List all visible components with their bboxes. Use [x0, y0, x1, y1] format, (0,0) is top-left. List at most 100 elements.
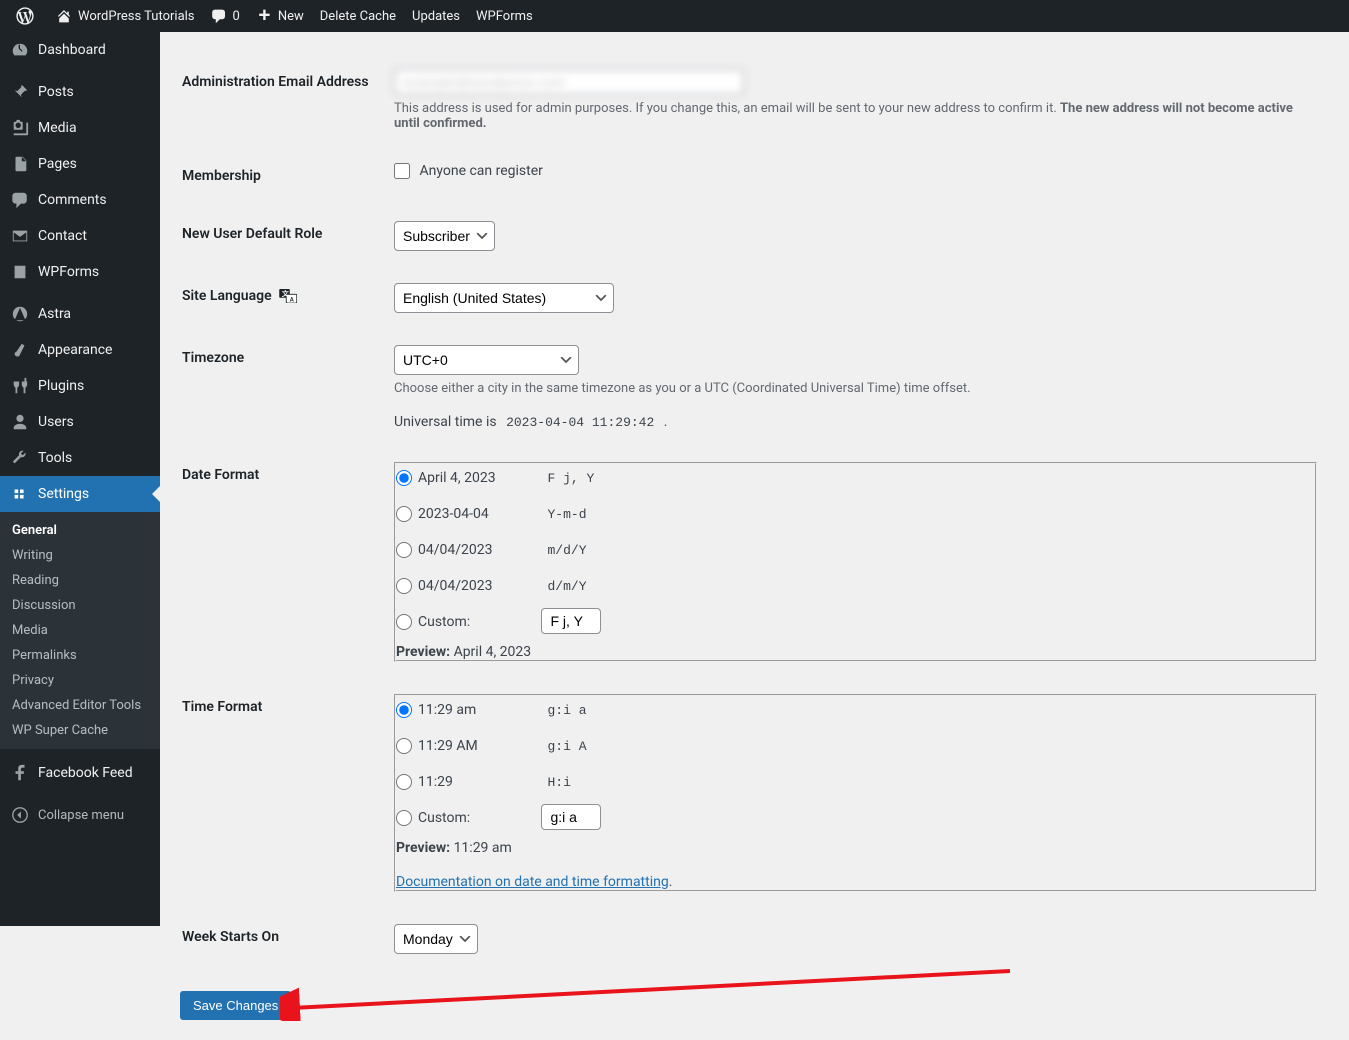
sidebar-item-appearance[interactable]: Appearance: [0, 332, 160, 368]
anyone-can-register-checkbox[interactable]: [394, 163, 410, 179]
translate-icon: 文A: [279, 289, 297, 303]
time-format-option-2[interactable]: 11:29 H:i: [396, 768, 1315, 796]
date-format-radio-0[interactable]: [396, 470, 412, 486]
site-language-label: Site Language 文A: [182, 268, 382, 328]
admin-sidebar: Dashboard Posts Media Pages Comments Con…: [0, 32, 160, 926]
timezone-description: Choose either a city in the same timezon…: [394, 381, 1317, 396]
collapse-menu-button[interactable]: Collapse menu: [0, 797, 160, 833]
time-format-label: Time Format: [182, 679, 382, 907]
submenu-general[interactable]: General: [0, 518, 160, 543]
site-name-menu[interactable]: WordPress Tutorials: [48, 0, 203, 32]
sidebar-item-plugins[interactable]: Plugins: [0, 368, 160, 404]
date-format-option-1[interactable]: 2023-04-04 Y-m-d: [396, 500, 1315, 528]
date-format-option-0[interactable]: April 4, 2023 F j, Y: [396, 464, 1315, 492]
wordpress-icon: [16, 7, 34, 25]
user-icon: [10, 412, 30, 432]
comment-count: 0: [233, 9, 240, 24]
date-format-preview: Preview: April 4, 2023: [396, 644, 1315, 660]
time-format-radio-2[interactable]: [396, 774, 412, 790]
wpforms-link[interactable]: WPForms: [468, 0, 541, 32]
week-starts-on-label: Week Starts On: [182, 909, 382, 969]
date-format-label: Date Format: [182, 447, 382, 677]
settings-submenu: General Writing Reading Discussion Media…: [0, 512, 160, 749]
new-label: New: [278, 9, 304, 24]
updates-link[interactable]: Updates: [404, 0, 468, 32]
submenu-media[interactable]: Media: [0, 618, 160, 643]
time-format-preview: Preview: 11:29 am: [396, 840, 1315, 856]
time-format-custom-input[interactable]: [541, 804, 601, 830]
time-format-option-0[interactable]: 11:29 am g:i a: [396, 696, 1315, 724]
submenu-writing[interactable]: Writing: [0, 543, 160, 568]
default-role-select[interactable]: Subscriber: [394, 221, 495, 251]
media-icon: [10, 118, 30, 138]
submenu-permalinks[interactable]: Permalinks: [0, 643, 160, 668]
wp-logo-menu[interactable]: [8, 0, 48, 32]
date-format-fieldset: April 4, 2023 F j, Y 2023-04-04 Y-m-d 04…: [394, 462, 1317, 662]
date-format-custom-input[interactable]: [541, 608, 601, 634]
time-format-option-custom[interactable]: Custom:: [396, 804, 1315, 832]
date-format-radio-1[interactable]: [396, 506, 412, 522]
svg-text:文: 文: [282, 289, 290, 298]
home-icon: [56, 8, 72, 24]
date-format-radio-custom[interactable]: [396, 614, 412, 630]
sidebar-item-wpforms[interactable]: WPForms: [0, 254, 160, 290]
save-changes-button[interactable]: Save Changes: [180, 991, 291, 1020]
mail-icon: [10, 226, 30, 246]
membership-checkbox-label[interactable]: Anyone can register: [394, 163, 543, 179]
annotation-arrow: [280, 966, 1020, 1021]
collapse-icon: [10, 805, 30, 825]
settings-general-page: Administration Email Address This addres…: [160, 32, 1349, 1040]
timezone-label: Timezone: [182, 330, 382, 445]
sidebar-item-media[interactable]: Media: [0, 110, 160, 146]
pin-icon: [10, 82, 30, 102]
comments-icon: [10, 190, 30, 210]
comment-icon: [211, 8, 227, 24]
universal-time-text: Universal time is 2023-04-04 11:29:42 .: [394, 414, 1317, 430]
submenu-advanced-editor-tools[interactable]: Advanced Editor Tools: [0, 693, 160, 718]
date-format-option-3[interactable]: 04/04/2023 d/m/Y: [396, 572, 1315, 600]
time-format-fieldset: 11:29 am g:i a 11:29 AM g:i A 11:29 H:i …: [394, 694, 1317, 892]
form-icon: [10, 262, 30, 282]
sidebar-item-astra[interactable]: Astra: [0, 296, 160, 332]
dashboard-icon: [10, 40, 30, 60]
admin-email-label: Administration Email Address: [182, 54, 382, 146]
brush-icon: [10, 340, 30, 360]
date-format-radio-2[interactable]: [396, 542, 412, 558]
submenu-wp-super-cache[interactable]: WP Super Cache: [0, 718, 160, 743]
sidebar-item-users[interactable]: Users: [0, 404, 160, 440]
site-title: WordPress Tutorials: [78, 9, 195, 24]
date-format-option-2[interactable]: 04/04/2023 m/d/Y: [396, 536, 1315, 564]
wrench-icon: [10, 448, 30, 468]
page-icon: [10, 154, 30, 174]
submenu-reading[interactable]: Reading: [0, 568, 160, 593]
admin-email-description: This address is used for admin purposes.…: [394, 101, 1317, 131]
comments-menu[interactable]: 0: [203, 0, 248, 32]
date-format-radio-3[interactable]: [396, 578, 412, 594]
week-starts-on-select[interactable]: Monday: [394, 924, 478, 954]
time-format-radio-custom[interactable]: [396, 810, 412, 826]
sidebar-item-dashboard[interactable]: Dashboard: [0, 32, 160, 68]
sidebar-item-posts[interactable]: Posts: [0, 74, 160, 110]
sidebar-item-comments[interactable]: Comments: [0, 182, 160, 218]
time-format-radio-1[interactable]: [396, 738, 412, 754]
sidebar-item-facebook-feed[interactable]: Facebook Feed: [0, 755, 160, 791]
timezone-select[interactable]: UTC+0: [394, 345, 579, 375]
sidebar-item-tools[interactable]: Tools: [0, 440, 160, 476]
submenu-privacy[interactable]: Privacy: [0, 668, 160, 693]
delete-cache-link[interactable]: Delete Cache: [312, 0, 404, 32]
time-format-radio-0[interactable]: [396, 702, 412, 718]
time-format-option-1[interactable]: 11:29 AM g:i A: [396, 732, 1315, 760]
sidebar-item-pages[interactable]: Pages: [0, 146, 160, 182]
site-language-select[interactable]: English (United States): [394, 283, 614, 313]
admin-bar: WordPress Tutorials 0 New Delete Cache U…: [0, 0, 1349, 32]
astra-icon: [10, 304, 30, 324]
plus-icon: [256, 8, 272, 24]
new-content-menu[interactable]: New: [248, 0, 312, 32]
date-time-doc-link[interactable]: Documentation on date and time formattin…: [396, 874, 669, 890]
date-format-option-custom[interactable]: Custom:: [396, 608, 1315, 636]
sidebar-item-contact[interactable]: Contact: [0, 218, 160, 254]
default-role-label: New User Default Role: [182, 206, 382, 266]
submenu-discussion[interactable]: Discussion: [0, 593, 160, 618]
admin-email-input[interactable]: [394, 69, 744, 95]
sidebar-item-settings[interactable]: Settings: [0, 476, 160, 512]
